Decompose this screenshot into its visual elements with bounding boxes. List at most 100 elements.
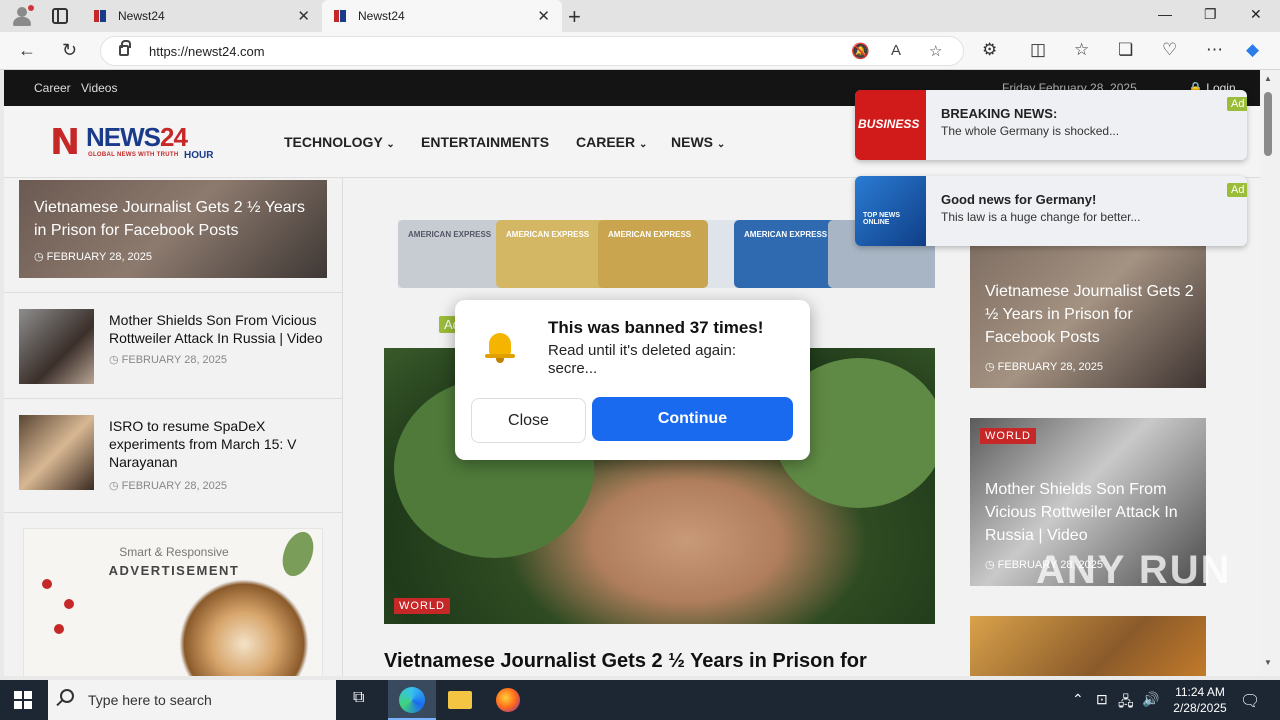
ad-badge: Ad	[1227, 183, 1247, 197]
menu-news[interactable]: NEWS ⌄	[671, 134, 725, 150]
menu-technology[interactable]: TECHNOLOGY ⌄	[284, 134, 395, 150]
collections-icon[interactable]: ❏	[1118, 40, 1133, 60]
windows-start-icon[interactable]	[14, 691, 32, 709]
restore-icon[interactable]: ❐	[1204, 6, 1217, 23]
ethernet-icon[interactable]: 🖧	[1118, 691, 1134, 715]
network-icon[interactable]: ⊡	[1096, 691, 1108, 708]
chevron-down-icon: ⌄	[639, 139, 648, 150]
category-badge[interactable]: WORLD	[980, 428, 1036, 444]
tab-strip: Newst24 ✕ Newst24 ✕ + — ❐ ✕	[0, 0, 1280, 32]
berry-image	[42, 579, 52, 589]
browser-tab-active[interactable]: Newst24 ✕	[322, 0, 562, 32]
favorite-star-icon[interactable]: ☆	[929, 42, 942, 60]
divider	[4, 512, 342, 513]
article-date: ◷ FEBRUARY 28, 2025	[34, 251, 153, 263]
favorites-icon[interactable]: ☆	[1074, 40, 1089, 60]
ad-badge: Ad	[1227, 97, 1247, 111]
url-text[interactable]: https://newst24.com	[149, 44, 265, 59]
copilot-icon[interactable]: ◆	[1246, 40, 1259, 60]
article-title[interactable]: ISRO to resume SpaDeX experiments from M…	[109, 417, 329, 471]
push-notification[interactable]: TOP NEWS ONLINE Good news for Germany! T…	[855, 176, 1247, 246]
article-thumbnail[interactable]	[19, 309, 94, 384]
article-title[interactable]: Mother Shields Son From Vicious Rottweil…	[985, 478, 1195, 547]
browser-essentials-icon[interactable]: ♡	[1162, 40, 1177, 60]
business-news-icon: BUSINESS	[855, 90, 926, 160]
logo-tagline: GLOBAL NEWS WITH TRUTH	[88, 152, 179, 158]
page-scrollbar[interactable]: ▲ ▼	[1260, 70, 1280, 676]
site-logo[interactable]: N NEWS24 GLOBAL NEWS WITH TRUTH HOUR	[50, 116, 220, 166]
article-date: ◷ FEBRUARY 28, 2025	[109, 354, 228, 366]
system-clock[interactable]: 11:24 AM 2/28/2025	[1160, 684, 1240, 716]
notification-center-icon[interactable]: 🗨	[1240, 691, 1260, 711]
continue-button[interactable]: Continue	[592, 397, 793, 441]
back-icon[interactable]: ←	[18, 40, 36, 61]
popup-dialog: This was banned 37 times! Read until it'…	[455, 300, 810, 460]
chevron-down-icon: ⌄	[386, 139, 395, 150]
card-image: AMERICAN EXPRESS	[398, 220, 508, 288]
close-tab-icon[interactable]: ✕	[297, 7, 310, 25]
browser-tab[interactable]: Newst24 ✕	[82, 0, 322, 32]
firefox-icon[interactable]	[484, 680, 532, 720]
top-link-videos[interactable]: Videos	[81, 81, 117, 95]
taskbar-search[interactable]: Type here to search	[48, 680, 336, 720]
center-headline[interactable]: Vietnamese Journalist Gets 2 ½ Years in …	[384, 650, 944, 673]
task-view-icon[interactable]: ⧉	[338, 680, 386, 720]
logo-word: NEWS24	[86, 122, 188, 152]
url-field[interactable]: https://newst24.com 🔕 A ☆	[100, 36, 964, 66]
article-thumbnail[interactable]	[19, 415, 94, 490]
read-aloud-icon[interactable]: A	[891, 42, 901, 59]
menu-career[interactable]: CAREER ⌄	[576, 134, 647, 150]
search-placeholder[interactable]: Type here to search	[88, 692, 212, 708]
logo-mark-icon: N	[50, 122, 81, 163]
divider	[4, 292, 342, 293]
article-date: ◷ FEBRUARY 28, 2025	[985, 361, 1104, 373]
right-article-card[interactable]	[970, 616, 1206, 676]
push-notification[interactable]: BUSINESS BREAKING NEWS: The whole German…	[855, 90, 1247, 160]
dialog-title: This was banned 37 times!	[548, 318, 764, 337]
tab-title: Newst24	[118, 9, 165, 23]
divider	[4, 398, 342, 399]
close-button[interactable]: Close	[471, 398, 586, 443]
search-icon	[60, 689, 74, 703]
card-image: AMERICAN EXPRESS	[496, 220, 606, 288]
article-title[interactable]: Mother Shields Son From Vicious Rottweil…	[109, 311, 329, 347]
scroll-down-icon[interactable]: ▼	[1264, 658, 1272, 667]
site-favicon-icon	[94, 10, 108, 22]
profile-icon[interactable]	[10, 5, 34, 27]
notification-text: The whole Germany is shocked...	[941, 124, 1120, 138]
article-title[interactable]: Vietnamese Journalist Gets 2 ½ Years in …	[985, 280, 1195, 349]
notifications-blocked-icon[interactable]: 🔕	[851, 42, 870, 60]
sidebar-advertisement[interactable]: Smart & Responsive ADVERTISEMENT	[23, 528, 323, 676]
volume-icon[interactable]: 🔊	[1142, 691, 1159, 708]
notification-text: This law is a huge change for better...	[941, 210, 1141, 224]
refresh-icon[interactable]: ↻	[62, 40, 77, 61]
more-menu-icon[interactable]: ⋯	[1206, 40, 1223, 60]
show-hidden-icons-chevron-icon[interactable]: ⌃	[1072, 691, 1084, 708]
category-badge[interactable]: WORLD	[394, 598, 450, 614]
notification-title: Good news for Germany!	[941, 192, 1097, 207]
article-title[interactable]: Vietnamese Journalist Gets 2 ½ Years in …	[34, 196, 319, 242]
list-item[interactable]: Mother Shields Son From Vicious Rottweil…	[19, 309, 329, 385]
top-link-career[interactable]: Career	[34, 81, 71, 95]
scroll-up-icon[interactable]: ▲	[1264, 74, 1272, 83]
edge-taskbar-icon[interactable]	[388, 680, 436, 720]
lock-icon[interactable]	[119, 40, 131, 56]
minimize-icon[interactable]: —	[1158, 6, 1172, 22]
list-item[interactable]: ISRO to resume SpaDeX experiments from M…	[19, 415, 329, 492]
menu-entertainments[interactable]: ENTERTAINMENTS	[421, 134, 549, 150]
close-tab-icon[interactable]: ✕	[537, 7, 550, 25]
split-screen-icon[interactable]: ◫	[1030, 40, 1046, 60]
scroll-thumb[interactable]	[1264, 92, 1272, 156]
anyrun-watermark: ANY RUN	[1036, 548, 1232, 592]
article-date: ◷ FEBRUARY 28, 2025	[109, 480, 228, 492]
column-divider	[342, 178, 343, 676]
file-explorer-icon[interactable]	[436, 680, 484, 720]
tab-actions-icon[interactable]	[52, 8, 68, 24]
clock-date: 2/28/2025	[1173, 701, 1227, 715]
window-close-icon[interactable]: ✕	[1250, 6, 1262, 23]
new-tab-icon[interactable]: +	[568, 4, 581, 30]
extensions-icon[interactable]: ⚙	[982, 40, 997, 60]
ad-line2: ADVERTISEMENT	[108, 563, 240, 578]
left-hero-article[interactable]: Vietnamese Journalist Gets 2 ½ Years in …	[19, 180, 327, 278]
berry-image	[64, 599, 74, 609]
